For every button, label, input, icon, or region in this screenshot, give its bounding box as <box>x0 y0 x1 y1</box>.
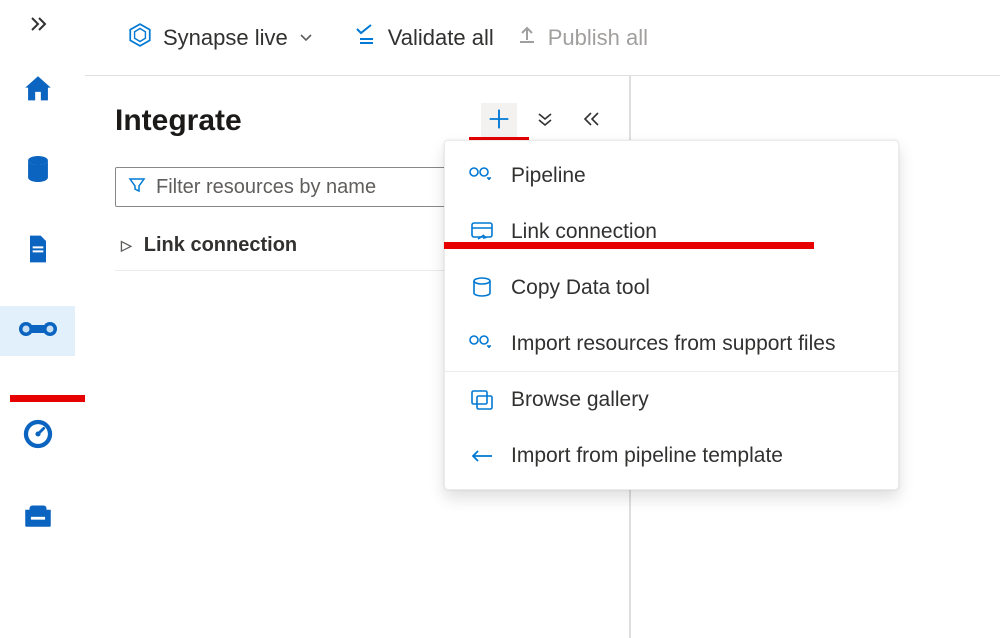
toolbox-icon <box>21 497 55 536</box>
menu-item-import-support[interactable]: Import resources from support files <box>445 315 898 371</box>
add-resource-button[interactable] <box>481 103 517 139</box>
chevrons-down-icon <box>536 110 554 133</box>
synapse-icon <box>127 22 153 54</box>
menu-item-label: Browse gallery <box>511 388 649 412</box>
menu-item-pipeline[interactable]: Pipeline <box>445 147 898 203</box>
menu-item-link-connection[interactable]: Link connection <box>445 203 898 259</box>
annotation-highlight-link-connection <box>444 242 814 249</box>
sidebar-item-manage[interactable] <box>0 491 75 541</box>
home-icon <box>21 72 55 111</box>
tree-node-label: Link connection <box>144 234 297 257</box>
workspace-mode-button[interactable]: Synapse live <box>127 22 332 54</box>
sidebar-item-integrate[interactable] <box>0 306 75 356</box>
publish-all-label: Publish all <box>548 25 648 51</box>
sidebar-item-data[interactable] <box>0 146 75 196</box>
publish-icon <box>516 24 538 52</box>
database-icon <box>21 152 55 191</box>
menu-item-label: Import resources from support files <box>511 332 835 356</box>
menu-item-copy-data[interactable]: Copy Data tool <box>445 259 898 315</box>
publish-all-button[interactable]: Publish all <box>516 24 648 52</box>
sidebar-item-monitor[interactable] <box>0 411 75 461</box>
menu-item-browse-gallery[interactable]: Browse gallery <box>445 371 898 427</box>
explorer-title: Integrate <box>115 104 481 138</box>
validate-all-label: Validate all <box>388 25 494 51</box>
left-sidebar <box>0 0 75 638</box>
filter-icon <box>128 176 146 199</box>
sidebar-item-develop[interactable] <box>0 226 75 276</box>
menu-item-label: Link connection <box>511 220 657 244</box>
import-icon <box>469 334 495 354</box>
gauge-icon <box>21 417 55 456</box>
pipeline-icon <box>18 312 58 351</box>
chevron-down-icon <box>298 25 314 51</box>
top-toolbar: Synapse live Validate all Publish all <box>85 0 1000 75</box>
plus-icon <box>485 105 513 138</box>
menu-item-label: Import from pipeline template <box>511 444 783 468</box>
annotation-highlight-sidebar <box>10 395 85 402</box>
workspace-mode-label: Synapse live <box>163 25 288 51</box>
pipeline-icon <box>469 166 495 186</box>
chevrons-left-icon <box>582 110 600 133</box>
add-resource-menu: Pipeline Link connection Copy Data tool … <box>444 140 899 490</box>
collapse-panel-button[interactable] <box>573 103 609 139</box>
explorer-actions <box>481 103 629 139</box>
menu-item-import-template[interactable]: Import from pipeline template <box>445 427 898 483</box>
copy-data-icon <box>469 276 495 300</box>
sidebar-collapse-button[interactable] <box>18 6 58 46</box>
sidebar-item-home[interactable] <box>0 66 75 116</box>
menu-item-label: Pipeline <box>511 164 586 188</box>
link-connection-icon <box>469 221 495 243</box>
explorer-header: Integrate <box>115 103 629 139</box>
arrow-left-icon <box>469 449 495 463</box>
expand-all-button[interactable] <box>527 103 563 139</box>
gallery-icon <box>469 389 495 411</box>
caret-right-icon: ▷ <box>121 237 132 254</box>
chevrons-right-icon <box>28 14 48 39</box>
menu-item-label: Copy Data tool <box>511 276 650 300</box>
document-icon <box>22 233 54 270</box>
validate-all-button[interactable]: Validate all <box>354 24 494 52</box>
checklist-icon <box>354 24 378 52</box>
